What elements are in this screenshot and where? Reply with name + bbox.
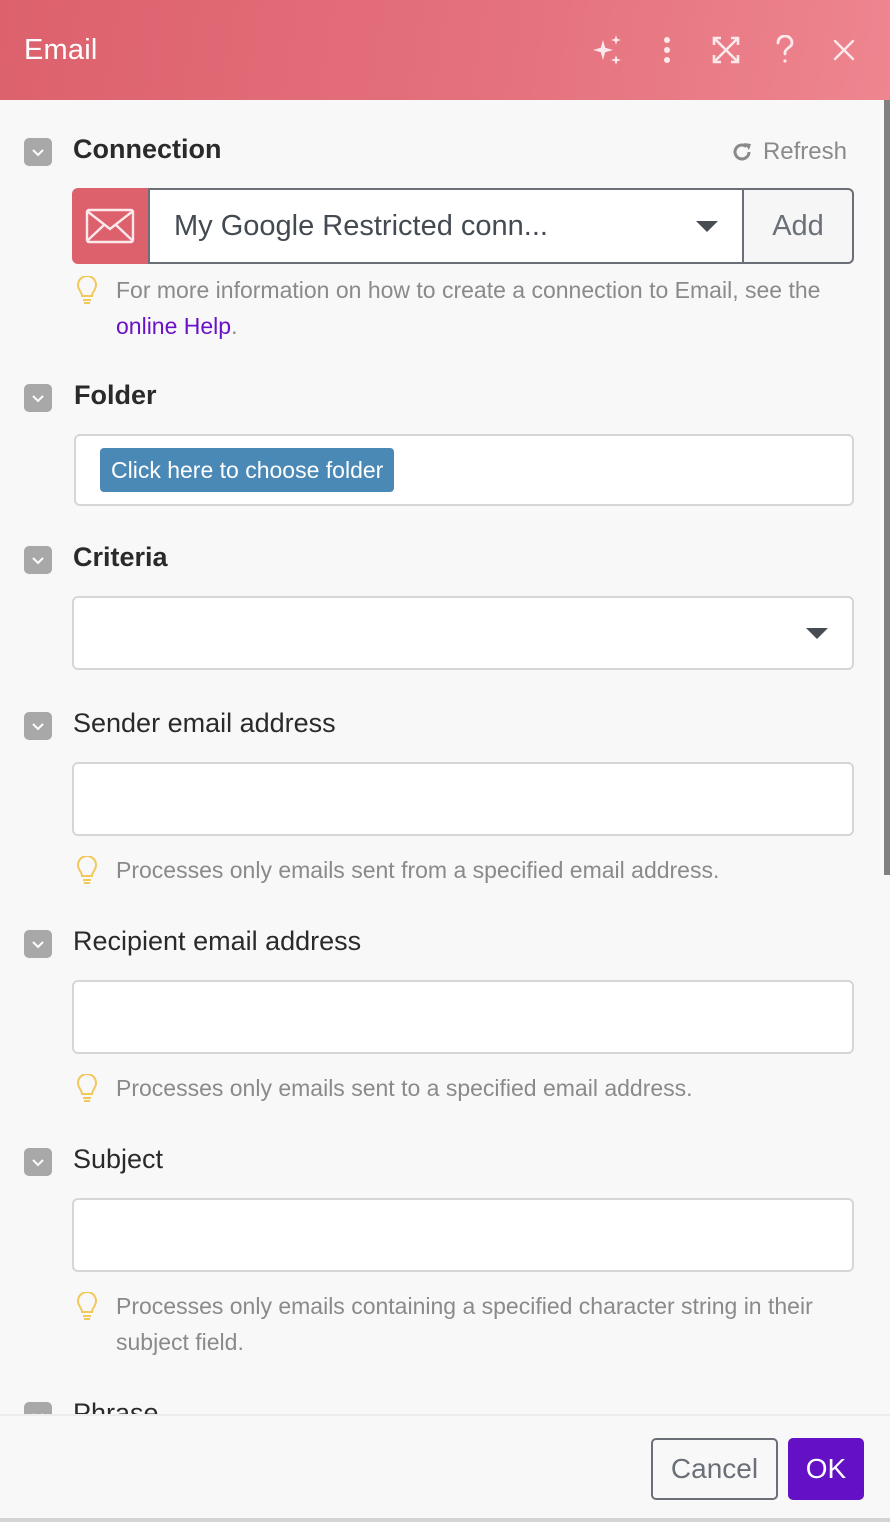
connection-collapse-toggle[interactable] — [24, 138, 52, 166]
phrase-section: Phrase — [0, 1396, 884, 1414]
criteria-section: Criteria — [0, 530, 884, 680]
dialog-title: Email — [24, 33, 98, 66]
envelope-icon — [85, 208, 135, 244]
help-icon[interactable] — [765, 30, 805, 70]
footer-shadow — [0, 1518, 890, 1522]
recipient-hint: Processes only emails sent to a specifie… — [76, 1070, 866, 1114]
choose-folder-button[interactable]: Click here to choose folder — [100, 448, 395, 492]
chevron-down-icon — [32, 394, 44, 402]
chevron-down-icon — [32, 722, 44, 730]
lightbulb-icon — [76, 1070, 98, 1114]
connection-label: Connection — [73, 134, 222, 164]
lightbulb-icon — [76, 1288, 98, 1360]
sender-hint: Processes only emails sent from a specif… — [76, 852, 866, 896]
connection-select[interactable]: My Google Restricted conn... — [148, 188, 742, 264]
criteria-label: Criteria — [73, 542, 168, 572]
subject-collapse-toggle[interactable] — [24, 1148, 52, 1176]
header-actions — [569, 30, 864, 70]
expand-icon[interactable] — [706, 30, 746, 70]
criteria-select[interactable] — [72, 596, 854, 670]
sender-hint-text: Processes only emails sent from a specif… — [116, 857, 720, 883]
criteria-collapse-toggle[interactable] — [24, 546, 52, 574]
folder-label: Folder — [74, 380, 157, 410]
chevron-down-icon — [32, 148, 44, 156]
chevron-down-icon — [32, 940, 44, 948]
phrase-collapse-toggle[interactable] — [24, 1402, 52, 1414]
lightbulb-icon — [76, 852, 98, 896]
caret-down-icon — [696, 221, 718, 232]
folder-section: Folder Click here to choose folder — [0, 370, 884, 520]
recipient-label: Recipient email address — [73, 926, 362, 956]
subject-hint: Processes only emails containing a speci… — [76, 1288, 866, 1360]
recipient-email-input[interactable] — [72, 980, 854, 1054]
folder-field: Click here to choose folder — [74, 434, 854, 506]
caret-down-icon — [806, 628, 828, 639]
cancel-button[interactable]: Cancel — [651, 1438, 778, 1500]
connection-section: Connection Refresh My Google Restricted … — [0, 100, 884, 360]
subject-hint-text: Processes only emails containing a speci… — [116, 1293, 813, 1355]
connection-hint-text: For more information on how to create a … — [116, 277, 821, 303]
connection-picker: My Google Restricted conn... Add — [72, 188, 854, 264]
sender-label: Sender email address — [73, 708, 336, 738]
ok-button[interactable]: OK — [788, 1438, 864, 1500]
recipient-collapse-toggle[interactable] — [24, 930, 52, 958]
refresh-icon — [733, 143, 751, 161]
online-help-link[interactable]: online Help — [116, 313, 231, 339]
sender-section: Sender email address Processes only emai… — [0, 696, 884, 896]
sparkle-icon[interactable] — [588, 30, 628, 70]
subject-label: Subject — [73, 1144, 164, 1174]
subject-input[interactable] — [72, 1198, 854, 1272]
subject-section: Subject Processes only emails containing… — [0, 1132, 884, 1372]
dialog-header: Email — [0, 0, 890, 100]
connection-hint: For more information on how to create a … — [76, 272, 866, 344]
dialog-body: Connection Refresh My Google Restricted … — [0, 100, 890, 1414]
email-app-logo — [72, 188, 148, 264]
phrase-label: Phrase — [73, 1398, 159, 1414]
sender-email-input[interactable] — [72, 762, 854, 836]
recipient-section: Recipient email address Processes only e… — [0, 914, 884, 1114]
recipient-hint-text: Processes only emails sent to a specifie… — [116, 1075, 693, 1101]
chevron-down-icon — [32, 556, 44, 564]
more-vertical-icon[interactable] — [647, 30, 687, 70]
chevron-down-icon — [32, 1158, 44, 1166]
refresh-button[interactable]: Refresh — [731, 138, 847, 166]
connection-selected-value: My Google Restricted conn... — [174, 209, 548, 242]
dialog-footer: Cancel OK — [0, 1414, 890, 1518]
sender-collapse-toggle[interactable] — [24, 712, 52, 740]
folder-collapse-toggle[interactable] — [24, 384, 52, 412]
body-scrollbar[interactable] — [884, 100, 890, 875]
refresh-label: Refresh — [762, 138, 847, 165]
connection-hint-suffix: . — [231, 313, 238, 339]
lightbulb-icon — [76, 272, 98, 344]
add-connection-button[interactable]: Add — [742, 188, 854, 264]
close-icon[interactable] — [824, 30, 864, 70]
